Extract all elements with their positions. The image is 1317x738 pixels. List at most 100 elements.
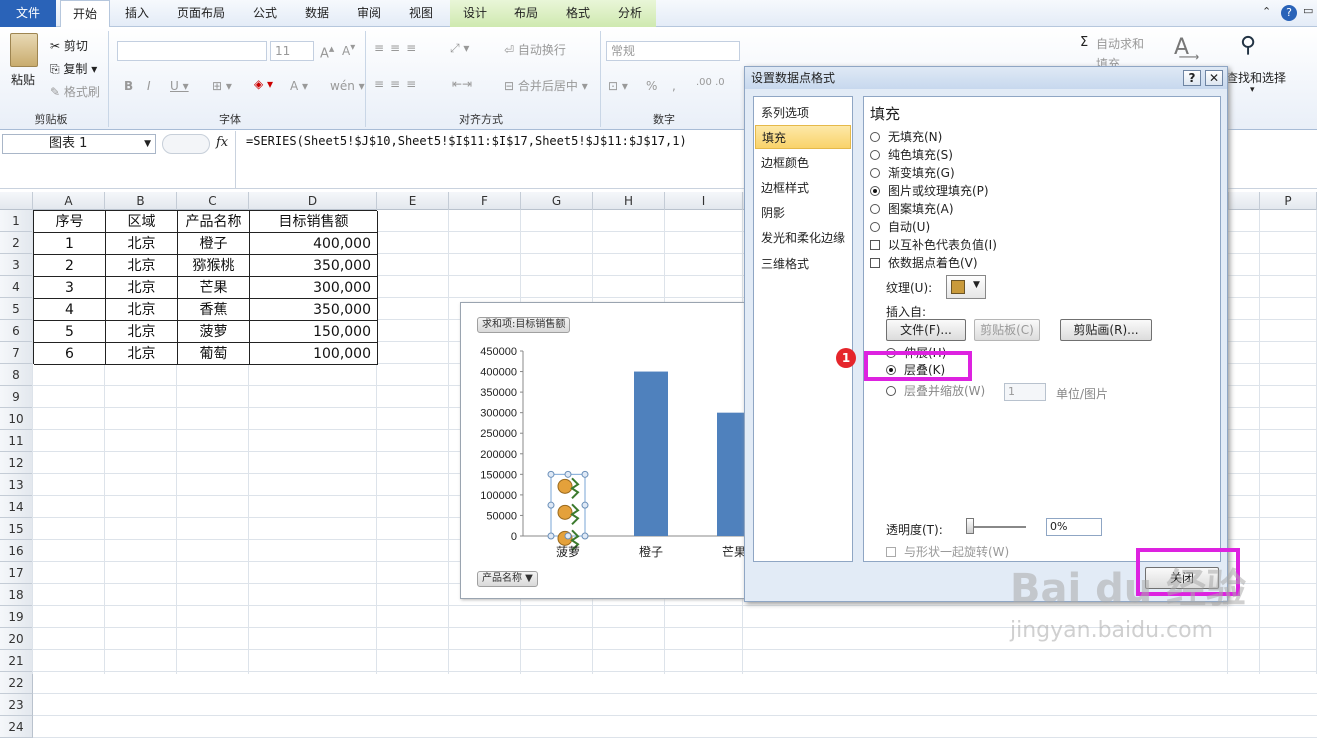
select-all-corner[interactable] bbox=[0, 192, 33, 210]
column-header[interactable]: G bbox=[521, 192, 593, 210]
column-header[interactable]: E bbox=[377, 192, 449, 210]
format-painter-button[interactable]: ✎ 格式刷 bbox=[50, 83, 100, 100]
row-header[interactable]: 21 bbox=[0, 650, 33, 672]
radio-gradient-fill[interactable]: 渐变填充(G) bbox=[870, 165, 955, 182]
row-header[interactable]: 13 bbox=[0, 474, 33, 496]
bold-icon[interactable]: B bbox=[124, 79, 133, 93]
column-header[interactable]: B bbox=[105, 192, 177, 210]
radio-solid-fill[interactable]: 纯色填充(S) bbox=[870, 147, 953, 164]
help-icon[interactable]: ? bbox=[1281, 5, 1297, 21]
clip-art-button[interactable]: 剪贴画(R)... bbox=[1060, 319, 1152, 341]
table-header-cell[interactable]: 区域 bbox=[106, 211, 178, 233]
column-header[interactable]: H bbox=[593, 192, 665, 210]
radio-automatic[interactable]: 自动(U) bbox=[870, 219, 930, 236]
rotate-with-shape-checkbox[interactable]: 与形状一起旋转(W) bbox=[886, 543, 1009, 560]
table-cell[interactable]: 芒果 bbox=[178, 277, 250, 299]
tab-design[interactable]: 设计 bbox=[450, 0, 500, 27]
column-header[interactable]: I bbox=[665, 192, 743, 210]
tab-review[interactable]: 审阅 bbox=[346, 0, 392, 27]
radio-pattern-fill[interactable]: 图案填充(A) bbox=[870, 201, 954, 218]
radio-stack-and-scale[interactable]: 层叠并缩放(W) bbox=[886, 383, 985, 400]
tab-view[interactable]: 视图 bbox=[398, 0, 444, 27]
grow-font-icon[interactable]: A▴ bbox=[320, 42, 334, 61]
row-header[interactable]: 4 bbox=[0, 276, 33, 298]
close-window-icon[interactable]: ▭ bbox=[1303, 4, 1313, 17]
tab-insert[interactable]: 插入 bbox=[114, 0, 160, 27]
table-cell[interactable]: 350,000 bbox=[250, 299, 378, 321]
checkbox-invert-negative[interactable]: 以互补色代表负值(I) bbox=[870, 237, 997, 254]
row-header[interactable]: 8 bbox=[0, 364, 33, 386]
row-header[interactable]: 11 bbox=[0, 430, 33, 452]
paste-button[interactable]: 粘贴 bbox=[11, 71, 35, 88]
row-header[interactable]: 10 bbox=[0, 408, 33, 430]
percent-icon[interactable]: % bbox=[646, 79, 657, 93]
tab-formulas[interactable]: 公式 bbox=[242, 0, 288, 27]
tab-page-layout[interactable]: 页面布局 bbox=[166, 0, 236, 27]
indent-icons[interactable]: ⇤⇥ bbox=[452, 77, 472, 91]
fill-color-icon[interactable]: ◈ ▾ bbox=[254, 77, 273, 91]
checkbox-vary-colors[interactable]: 依数据点着色(V) bbox=[870, 255, 978, 272]
horizontal-align-icons[interactable]: ≡≡≡ bbox=[374, 77, 422, 91]
tab-format[interactable]: 格式 bbox=[552, 0, 604, 27]
font-name-combo[interactable] bbox=[117, 41, 267, 61]
row-header[interactable]: 24 bbox=[0, 716, 33, 738]
name-box[interactable]: 图表 1 ▼ bbox=[2, 134, 156, 154]
row-header[interactable]: 7 bbox=[0, 342, 33, 364]
row-header[interactable]: 17 bbox=[0, 562, 33, 584]
autosum-button[interactable]: 自动求和 bbox=[1096, 35, 1144, 52]
nav-series-options[interactable]: 系列选项 bbox=[755, 101, 851, 125]
collapse-ribbon-icon[interactable]: ⌃ bbox=[1262, 5, 1271, 18]
transparency-slider-track[interactable] bbox=[966, 526, 1026, 528]
sort-filter-icon[interactable]: A͢ bbox=[1174, 35, 1189, 60]
chart[interactable]: 求和项:目标销售额 产品名称 ▼ 450000 400000 350000 30000… bbox=[460, 302, 757, 599]
table-cell[interactable]: 5 bbox=[34, 321, 106, 343]
units-per-picture-input[interactable]: 1 bbox=[1004, 383, 1046, 401]
table-cell[interactable]: 6 bbox=[34, 343, 106, 365]
tab-analyze[interactable]: 分析 bbox=[604, 0, 656, 27]
binoculars-icon[interactable]: ⚲ bbox=[1240, 33, 1256, 58]
table-cell[interactable]: 北京 bbox=[106, 233, 178, 255]
formula-input[interactable]: =SERIES(Sheet5!$J$10,Sheet5!$I$11:$I$17,… bbox=[246, 134, 687, 148]
table-cell[interactable]: 橙子 bbox=[178, 233, 250, 255]
dialog-close-icon[interactable]: ✕ bbox=[1205, 70, 1223, 86]
wrap-text-button[interactable]: ⏎ 自动换行 bbox=[504, 41, 566, 58]
column-header[interactable]: C bbox=[177, 192, 249, 210]
table-cell[interactable]: 400,000 bbox=[250, 233, 378, 255]
orientation-icon[interactable]: ⤢ ▾ bbox=[450, 41, 469, 56]
table-cell[interactable]: 葡萄 bbox=[178, 343, 250, 365]
nav-shadow[interactable]: 阴影 bbox=[755, 201, 851, 225]
tab-data[interactable]: 数据 bbox=[294, 0, 340, 27]
row-header[interactable]: 15 bbox=[0, 518, 33, 540]
nav-3d-format[interactable]: 三维格式 bbox=[755, 252, 851, 276]
transparency-input[interactable]: 0% bbox=[1046, 518, 1102, 536]
paste-icon[interactable] bbox=[10, 33, 38, 67]
table-cell[interactable]: 北京 bbox=[106, 277, 178, 299]
column-header[interactable]: A bbox=[33, 192, 105, 210]
comma-icon[interactable]: , bbox=[672, 79, 676, 93]
row-header[interactable]: 12 bbox=[0, 452, 33, 474]
row-header[interactable]: 6 bbox=[0, 320, 33, 342]
shrink-font-icon[interactable]: A▾ bbox=[342, 42, 355, 58]
merge-center-button[interactable]: ⊟ 合并后居中 ▾ bbox=[504, 77, 588, 94]
underline-icon[interactable]: U ▾ bbox=[170, 79, 189, 93]
table-header-cell[interactable]: 序号 bbox=[34, 211, 106, 233]
column-header[interactable] bbox=[1228, 192, 1260, 210]
table-cell[interactable]: 350,000 bbox=[250, 255, 378, 277]
radio-no-fill[interactable]: 无填充(N) bbox=[870, 129, 942, 146]
row-header[interactable]: 3 bbox=[0, 254, 33, 276]
find-select-button[interactable]: 查找和选择 bbox=[1226, 69, 1286, 86]
tab-layout[interactable]: 布局 bbox=[500, 0, 552, 27]
transparency-slider-thumb[interactable] bbox=[966, 518, 974, 534]
file-button[interactable]: 文件(F)... bbox=[886, 319, 966, 341]
function-icon[interactable]: fx bbox=[216, 135, 228, 150]
table-cell[interactable]: 北京 bbox=[106, 321, 178, 343]
table-header-cell[interactable]: 目标销售额 bbox=[250, 211, 378, 233]
row-header[interactable]: 2 bbox=[0, 232, 33, 254]
table-header-cell[interactable]: 产品名称 bbox=[178, 211, 250, 233]
table-cell[interactable]: 猕猴桃 bbox=[178, 255, 250, 277]
vertical-align-icons[interactable]: ≡≡≡ bbox=[374, 41, 422, 55]
phonetic-icon[interactable]: wén ▾ bbox=[330, 79, 365, 93]
column-header[interactable]: D bbox=[249, 192, 377, 210]
find-select-dropdown-icon[interactable]: ▾ bbox=[1250, 85, 1255, 95]
radio-picture-texture-fill[interactable]: 图片或纹理填充(P) bbox=[870, 183, 989, 200]
